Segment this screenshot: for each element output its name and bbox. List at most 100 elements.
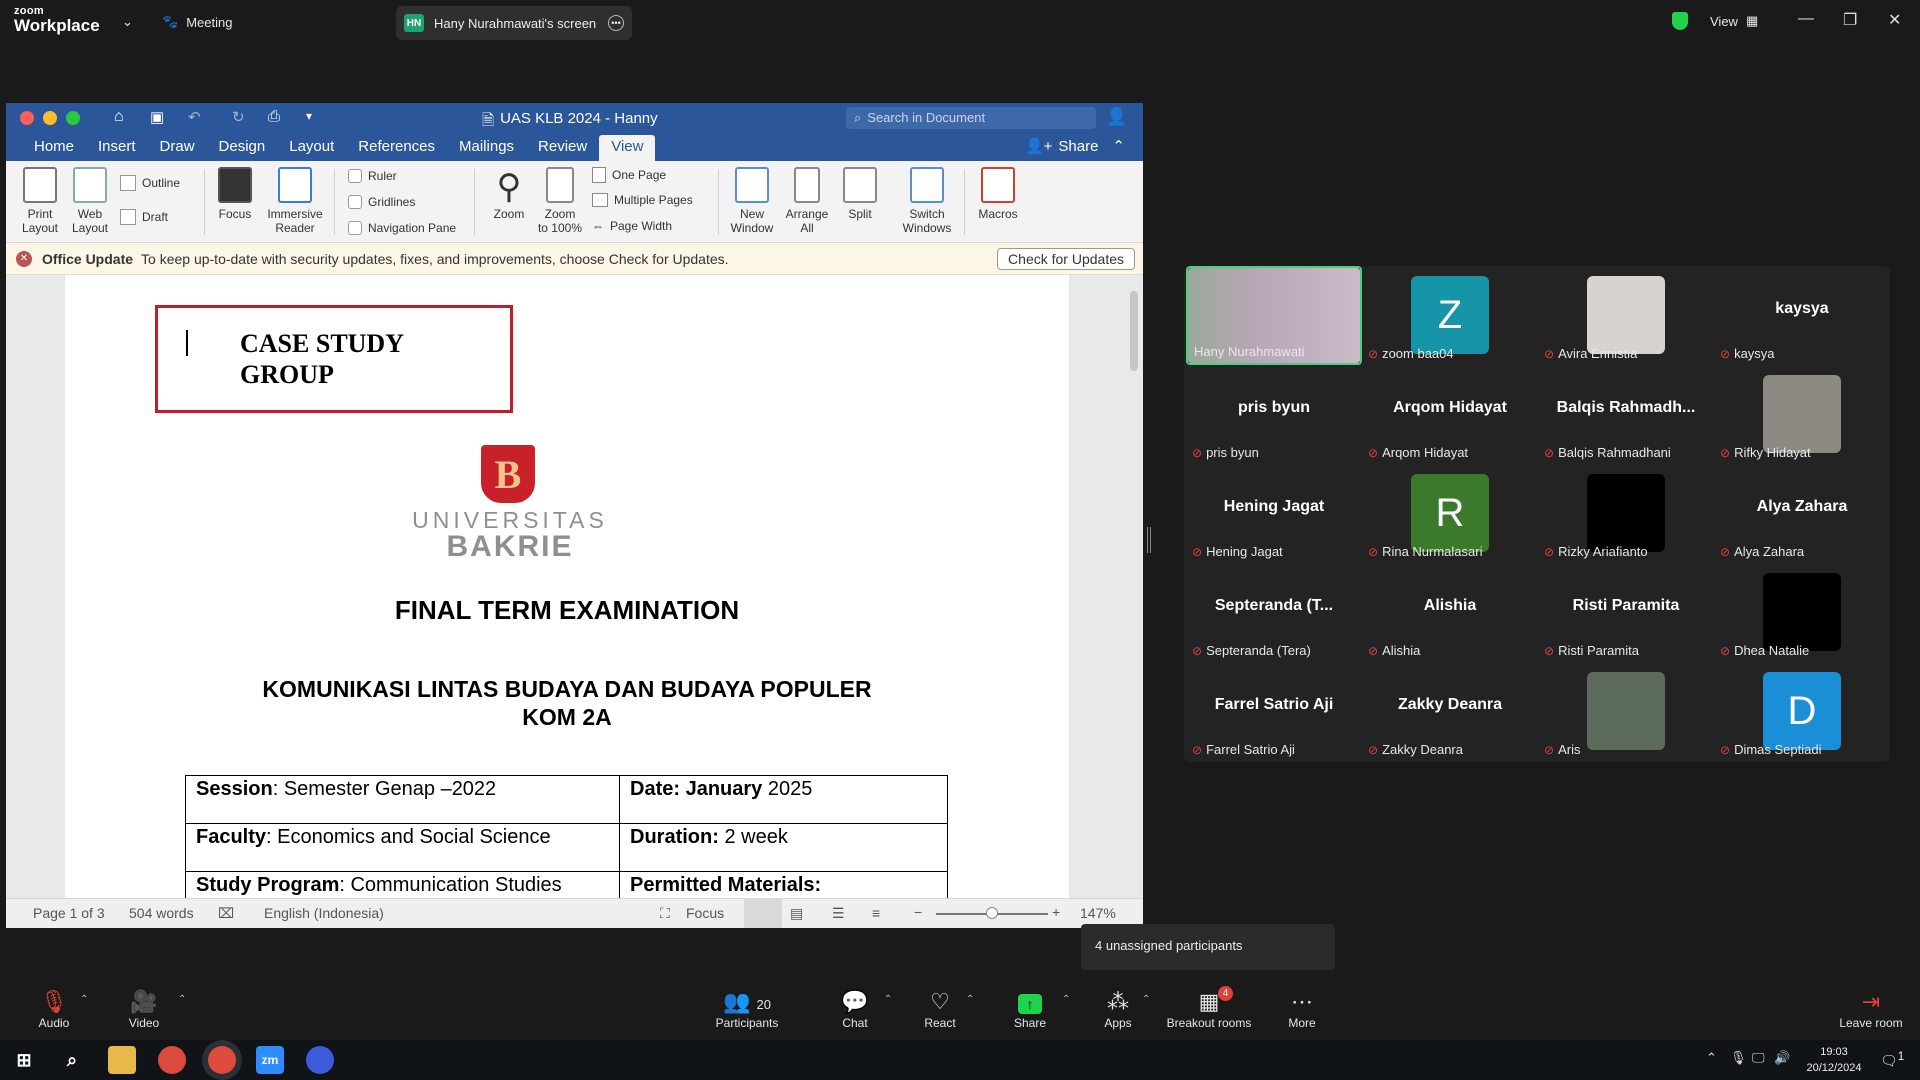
outline-button[interactable]: Outline <box>120 175 180 191</box>
zoom-in-icon[interactable]: + <box>1052 904 1060 920</box>
check-for-updates-button[interactable]: Check for Updates <box>997 247 1135 270</box>
zoom-button[interactable]: ⚲ Zoom <box>484 167 534 221</box>
arrange-all-button[interactable]: Arrange All <box>780 167 834 235</box>
tab-review[interactable]: Review <box>526 135 599 161</box>
web-layout-button[interactable]: Web Layout <box>64 167 116 235</box>
participant-tile[interactable]: ⊘ Dhea Natalie <box>1714 563 1890 662</box>
chevron-down-icon[interactable]: ⌄ <box>122 14 133 30</box>
chrome-active-icon[interactable] <box>208 1046 236 1074</box>
search-in-document[interactable]: ⌕ Search in Document <box>846 107 1096 129</box>
participants-button[interactable]: 👥 20 Participants <box>712 988 782 1030</box>
immersive-reader-button[interactable]: Immersive Reader <box>262 167 328 235</box>
tab-insert[interactable]: Insert <box>86 135 148 161</box>
zoom-out-icon[interactable]: − <box>914 904 922 920</box>
proofing-icon[interactable]: ⌧ <box>218 905 234 922</box>
draft-view-icon[interactable]: ≡ <box>872 905 880 921</box>
participant-tile[interactable]: D ⊘ Dimas Septiadi <box>1714 662 1890 761</box>
participant-tile[interactable]: Alishia ⊘ Alishia <box>1362 563 1538 662</box>
page-width-button[interactable]: ⇔ Page Width <box>592 219 672 233</box>
taskbar-search-icon[interactable]: ⌕ <box>58 1046 86 1074</box>
print-layout-button[interactable]: Print Layout <box>14 167 66 235</box>
apps-button[interactable]: ⁂ Apps <box>1098 988 1138 1030</box>
participant-tile[interactable]: Septeranda (T... ⊘ Septeranda (Tera) <box>1186 563 1362 662</box>
participant-tile[interactable]: Risti Paramita ⊘ Risti Paramita <box>1538 563 1714 662</box>
participant-tile[interactable]: Arqom Hidayat ⊘ Arqom Hidayat <box>1362 365 1538 464</box>
undo-icon[interactable]: ↶ <box>188 108 201 126</box>
participant-tile[interactable]: Alya Zahara ⊘ Alya Zahara <box>1714 464 1890 563</box>
account-icon[interactable]: 👤 <box>1106 107 1127 127</box>
zoom-app-icon[interactable]: zm <box>256 1046 284 1074</box>
participant-tile[interactable]: kaysya ⊘ kaysya <box>1714 266 1890 365</box>
multiple-pages-button[interactable]: Multiple Pages <box>592 193 693 207</box>
breakout-rooms-button[interactable]: ▦ 4 Breakout rooms <box>1166 986 1252 1030</box>
react-options-caret-icon[interactable]: ⌃ <box>966 994 974 1005</box>
focus-mode-icon[interactable]: ⛶ <box>660 905 670 922</box>
participant-tile[interactable]: Hany Nurahmawati <box>1186 266 1362 365</box>
macros-button[interactable]: Macros <box>970 167 1026 221</box>
participant-tile[interactable]: Zakky Deanra ⊘ Zakky Deanra <box>1362 662 1538 761</box>
meeting-button[interactable]: 🐾 Meeting <box>162 14 232 30</box>
more-options-icon[interactable]: ••• <box>608 15 624 31</box>
close-icon[interactable]: ✕ <box>1888 10 1901 30</box>
participant-tile[interactable]: R ⊘ Rina Nurmalasari <box>1362 464 1538 563</box>
video-button[interactable]: 🎥 Video <box>124 988 164 1030</box>
one-page-button[interactable]: One Page <box>592 167 666 183</box>
document-canvas[interactable]: CASE STUDY GROUP B UNIVERSITAS BAKRIE FI… <box>6 275 1143 898</box>
view-button[interactable]: View ▦ <box>1710 13 1758 29</box>
web-layout-view-icon[interactable]: ▤ <box>790 905 803 922</box>
page-count[interactable]: Page 1 of 3 <box>33 905 105 921</box>
react-button[interactable]: ♡ React <box>920 988 960 1030</box>
collapse-ribbon-icon[interactable]: ⌃ <box>1112 135 1125 161</box>
tab-view[interactable]: View <box>599 135 656 161</box>
redo-icon[interactable]: ↻ <box>232 108 245 126</box>
focus-mode-label[interactable]: Focus <box>686 905 724 921</box>
home-icon[interactable]: ⌂ <box>114 108 124 126</box>
tab-mailings[interactable]: Mailings <box>447 135 526 161</box>
print-layout-view-icon[interactable] <box>744 899 782 928</box>
language[interactable]: English (Indonesia) <box>264 905 384 921</box>
focus-button[interactable]: Focus <box>212 167 258 221</box>
tab-layout[interactable]: Layout <box>277 135 346 161</box>
customize-toolbar-icon[interactable]: ▾ <box>306 109 312 123</box>
draft-button[interactable]: Draft <box>120 209 168 225</box>
windows-start-icon[interactable]: ⊞ <box>10 1046 38 1074</box>
notifications-icon[interactable]: 🗨1 <box>1880 1050 1904 1070</box>
zoom-percentage[interactable]: 147% <box>1080 905 1116 921</box>
mac-close-icon[interactable] <box>20 111 34 125</box>
shield-icon[interactable] <box>1672 12 1688 30</box>
participant-tile[interactable]: pris byun ⊘ pris byun <box>1186 365 1362 464</box>
ruler-checkbox[interactable]: Ruler <box>348 169 397 183</box>
tab-design[interactable]: Design <box>207 135 278 161</box>
participant-tile[interactable]: Farrel Satrio Aji ⊘ Farrel Satrio Aji <box>1186 662 1362 761</box>
participant-tile[interactable]: ⊘ Aris <box>1538 662 1714 761</box>
tab-draw[interactable]: Draw <box>148 135 207 161</box>
participant-tile[interactable]: Z ⊘ zoom baa04 <box>1362 266 1538 365</box>
new-window-button[interactable]: New Window <box>724 167 780 235</box>
screen-share-pill[interactable]: HN Hany Nurahmawati's screen ••• <box>396 6 632 40</box>
navigation-pane-checkbox[interactable]: Navigation Pane <box>348 221 456 235</box>
chrome-icon[interactable] <box>158 1046 186 1074</box>
apps-options-caret-icon[interactable]: ⌃ <box>1142 994 1150 1005</box>
print-icon[interactable]: ⎙ <box>268 108 280 125</box>
audio-options-caret-icon[interactable]: ⌃ <box>80 994 88 1005</box>
video-options-caret-icon[interactable]: ⌃ <box>178 994 186 1005</box>
zoom-slider-thumb[interactable] <box>986 907 998 919</box>
participant-tile[interactable]: ⊘ Rifky Hidayat <box>1714 365 1890 464</box>
outline-view-icon[interactable]: ☰ <box>832 905 845 922</box>
document-page[interactable]: CASE STUDY GROUP B UNIVERSITAS BAKRIE FI… <box>65 275 1069 898</box>
share-button[interactable]: 👤+ Share ⌃ <box>1025 135 1125 161</box>
share-screen-button[interactable]: ↑ Share <box>1010 988 1050 1030</box>
mac-minimize-icon[interactable] <box>43 111 57 125</box>
tab-references[interactable]: References <box>346 135 447 161</box>
tray-chevron-icon[interactable]: ⌃ <box>1706 1050 1717 1066</box>
chat-options-caret-icon[interactable]: ⌃ <box>884 994 892 1005</box>
restore-icon[interactable]: ❐ <box>1843 10 1857 30</box>
file-explorer-icon[interactable] <box>108 1046 136 1074</box>
network-icon[interactable]: 🖵 <box>1752 1050 1765 1066</box>
participant-tile[interactable]: Hening Jagat ⊘ Hening Jagat <box>1186 464 1362 563</box>
zoom-100-button[interactable]: Zoom to 100% <box>532 167 588 235</box>
audio-button[interactable]: 🎙 Audio <box>34 988 74 1030</box>
minimize-icon[interactable]: — <box>1798 10 1814 28</box>
tab-home[interactable]: Home <box>22 135 86 161</box>
leave-room-button[interactable]: ⇥ Leave room <box>1836 988 1906 1030</box>
